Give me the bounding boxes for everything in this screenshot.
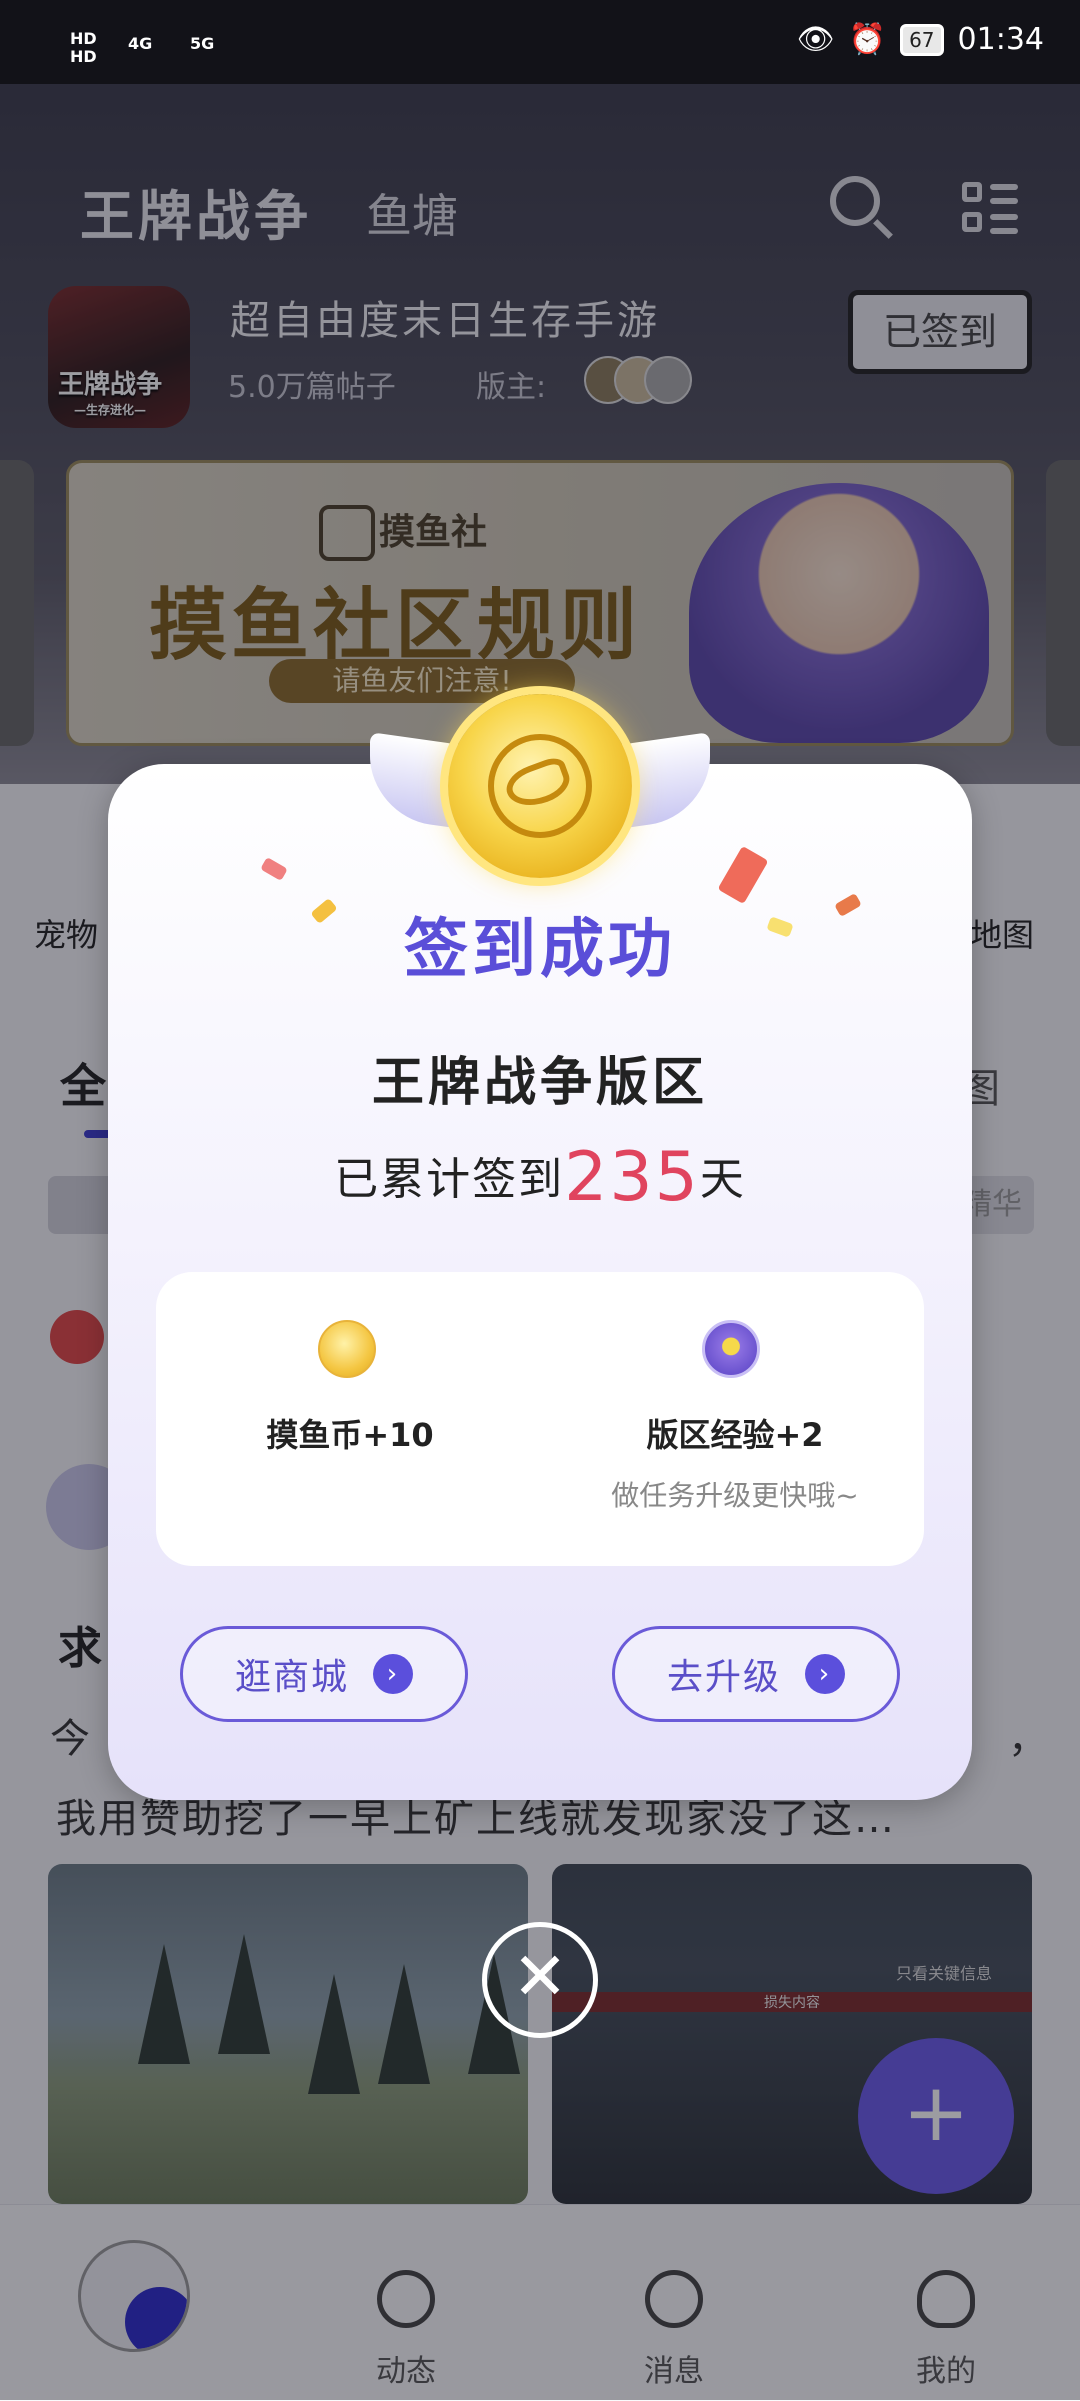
upgrade-button-label: 去升级 — [666, 1657, 781, 1698]
status-right: 👁 ⏰ 67 01:34 — [797, 22, 1044, 57]
battery-indicator: 67 — [900, 23, 944, 56]
shop-button-label: 逛商城 — [234, 1657, 349, 1698]
status-bar: HD HD 4G 5G 👁 ⏰ 67 01:34 — [0, 0, 1080, 84]
dialog-title: 签到成功 — [404, 913, 676, 987]
reward-coin: 摸鱼币+10 — [266, 1416, 434, 1454]
chevron-right-icon: › — [373, 1654, 413, 1694]
shop-button[interactable]: 逛商城 › — [180, 1626, 468, 1722]
forum-section-name: 王牌战争版区 — [371, 1053, 708, 1113]
days-count: 235 — [564, 1138, 700, 1217]
alarm-icon: ⏰ — [848, 22, 887, 57]
network-indicator: HD HD — [70, 29, 97, 66]
signal-5g: 5G — [190, 34, 215, 53]
upgrade-button[interactable]: 去升级 › — [612, 1626, 900, 1722]
chevron-right-icon: › — [805, 1654, 845, 1694]
fish-coin-icon — [318, 1320, 376, 1378]
fish-coin-medal-icon — [448, 694, 632, 878]
reward-exp: 版区经验+2 — [646, 1416, 824, 1454]
days-suffix: 天 — [699, 1154, 746, 1205]
signal-4g: 4G — [128, 34, 153, 53]
close-icon[interactable]: ✕ — [482, 1922, 598, 2038]
eye-icon: 👁 — [796, 22, 835, 57]
clock: 01:34 — [957, 22, 1044, 57]
sign-in-days: 已累计签到235天 — [108, 1138, 972, 1217]
experience-badge-icon — [702, 1320, 760, 1378]
days-prefix: 已累计签到 — [334, 1154, 565, 1205]
reward-hint: 做任务升级更快哦~ — [611, 1479, 859, 1512]
